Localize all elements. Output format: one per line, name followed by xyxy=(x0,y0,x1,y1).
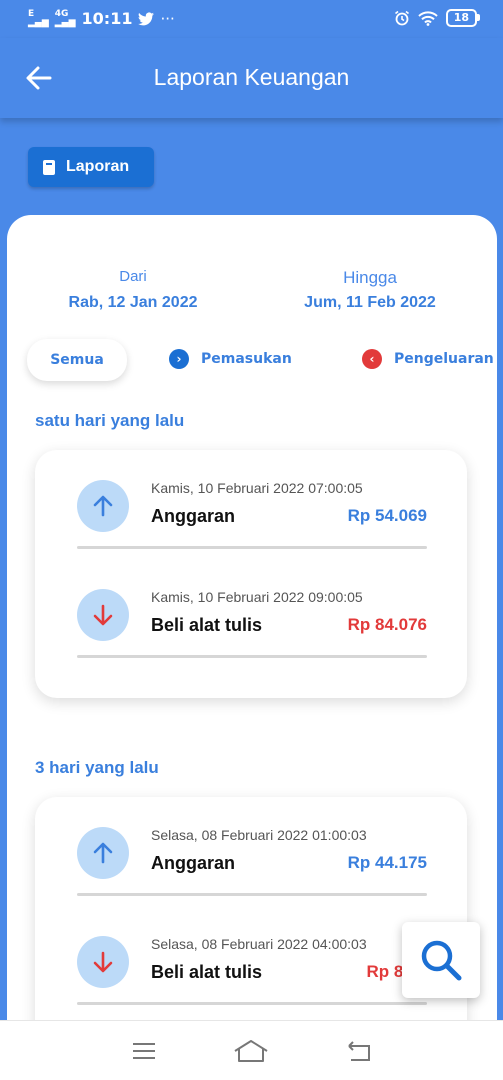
network-indicator-4g: 4G ▂▄▆ xyxy=(54,8,76,28)
return-icon xyxy=(348,1040,371,1061)
system-nav-bar xyxy=(0,1020,503,1080)
expense-badge xyxy=(77,589,129,641)
transaction-card: Kamis, 10 Februari 2022 07:00:05 Anggara… xyxy=(35,450,467,698)
arrow-down-icon xyxy=(93,951,113,973)
menu-button[interactable] xyxy=(124,1036,164,1066)
divider xyxy=(77,546,427,549)
transaction-item[interactable]: Selasa, 08 Februari 2022 04:00:03 Beli a… xyxy=(77,906,427,1016)
filter-all-label: Semua xyxy=(50,352,104,368)
network-indicator-e: E ▂▄▆ xyxy=(28,8,49,28)
menu-icon xyxy=(132,1042,155,1059)
transaction-name: Beli alat tulis xyxy=(151,962,263,982)
transaction-name: Anggaran xyxy=(151,506,236,526)
book-icon xyxy=(43,159,55,175)
chevron-left-icon: ‹ xyxy=(362,349,382,369)
report-button-label: Laporan xyxy=(66,158,130,175)
arrow-up-icon xyxy=(93,842,113,864)
transaction-amount: Rp 84.076 xyxy=(347,615,427,634)
to-date-value[interactable]: Jum, 11 Feb 2022 xyxy=(290,294,450,312)
transaction-item[interactable]: Kamis, 10 Februari 2022 09:00:05 Beli al… xyxy=(77,559,427,669)
home-button[interactable] xyxy=(231,1036,271,1066)
group-title: 3 hari yang lalu xyxy=(35,758,159,777)
report-sheet: Dari Rab, 12 Jan 2022 Hingga Jum, 11 Feb… xyxy=(7,215,497,1025)
page-title: Laporan Keuangan xyxy=(153,64,350,90)
transaction-name: Anggaran xyxy=(151,853,236,873)
filter-all-chip[interactable]: Semua xyxy=(27,339,127,381)
chevron-right-icon: › xyxy=(169,349,189,369)
back-nav-button[interactable] xyxy=(339,1036,379,1066)
app-bar: Laporan Keuangan xyxy=(0,38,503,118)
transaction-amount: Rp 54.069 xyxy=(347,506,427,525)
to-date-label: Hingga xyxy=(343,268,397,287)
filter-income[interactable]: › Pemasukan xyxy=(169,349,292,369)
transaction-item[interactable]: Kamis, 10 Februari 2022 07:00:05 Anggara… xyxy=(77,450,427,560)
report-button[interactable]: Laporan xyxy=(28,147,154,187)
filter-income-label: Pemasukan xyxy=(201,351,292,367)
divider xyxy=(77,893,427,896)
status-bar: E ▂▄▆ 4G ▂▄▆ 10:11 ··· 18 xyxy=(0,0,503,38)
transaction-datetime: Kamis, 10 Februari 2022 09:00:05 xyxy=(151,589,363,605)
filter-expense[interactable]: ‹ Pengeluaran xyxy=(362,349,494,369)
transaction-datetime: Kamis, 10 Februari 2022 07:00:05 xyxy=(151,480,363,496)
transaction-datetime: Selasa, 08 Februari 2022 04:00:03 xyxy=(151,936,367,952)
twitter-icon xyxy=(138,11,155,25)
wifi-icon xyxy=(417,10,438,26)
clock: 10:11 xyxy=(81,9,133,28)
group-title: satu hari yang lalu xyxy=(35,411,185,430)
transaction-name: Beli alat tulis xyxy=(151,615,263,635)
from-date-value[interactable]: Rab, 12 Jan 2022 xyxy=(53,294,213,312)
home-icon xyxy=(234,1039,269,1062)
arrow-down-icon xyxy=(93,604,113,626)
transaction-datetime: Selasa, 08 Februari 2022 01:00:03 xyxy=(151,827,367,843)
expense-badge xyxy=(77,936,129,988)
income-badge xyxy=(77,480,129,532)
more-notifications-indicator: ··· xyxy=(160,9,175,28)
arrow-up-icon xyxy=(93,495,113,517)
transaction-item[interactable]: Selasa, 08 Februari 2022 01:00:03 Anggar… xyxy=(77,797,427,907)
alarm-icon xyxy=(394,10,409,26)
divider xyxy=(77,1002,427,1005)
income-badge xyxy=(77,827,129,879)
transaction-amount: Rp 44.175 xyxy=(347,853,427,872)
from-date-label: Dari xyxy=(119,268,147,285)
divider xyxy=(77,655,427,658)
filter-expense-label: Pengeluaran xyxy=(394,351,494,367)
battery-indicator: 18 xyxy=(445,9,481,27)
search-icon xyxy=(421,940,462,981)
search-button[interactable] xyxy=(402,922,480,998)
